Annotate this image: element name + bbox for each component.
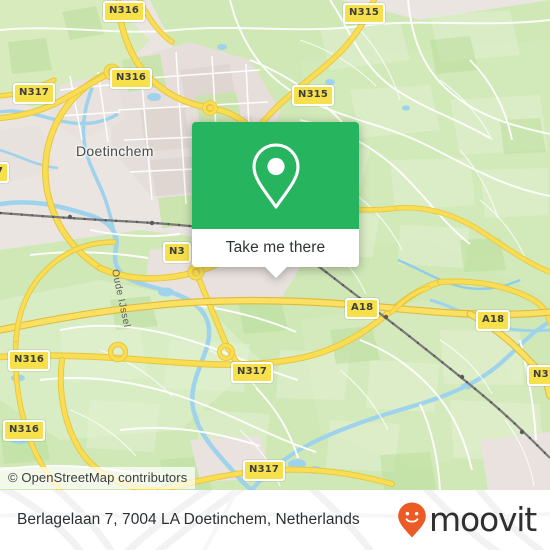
road-shield-n317: N317 xyxy=(527,365,550,386)
footer-bar: Berlagelaan 7, 7004 LA Doetinchem, Nethe… xyxy=(0,490,550,550)
map-page: Oude IJssel Doetinchem N316 N315 N316 N317 N… xyxy=(0,0,550,550)
osm-attribution: © OpenStreetMap contributors xyxy=(0,467,196,489)
road-shield-n316: N316 xyxy=(8,350,51,371)
road-shield-a18: A18 xyxy=(476,310,511,331)
road-shield-n317: N317 xyxy=(243,460,286,481)
address-label: Berlagelaan 7, 7004 LA Doetinchem, Nethe… xyxy=(17,511,360,528)
road-shield-n315: N315 xyxy=(292,85,335,106)
callout-header xyxy=(192,122,359,229)
map-city-label: Doetinchem xyxy=(76,143,154,159)
road-shield-7: 7 xyxy=(0,162,10,183)
road-shield-n316: N316 xyxy=(110,68,153,89)
road-shield-n315: N315 xyxy=(343,3,386,24)
road-shield-n317: N317 xyxy=(13,83,56,104)
road-shield-n316: N316 xyxy=(3,420,46,441)
callout-pointer xyxy=(264,267,287,278)
road-shield-n317: N317 xyxy=(231,362,274,383)
road-shield-n316: N316 xyxy=(103,1,146,22)
take-me-there-callout[interactable]: Take me there xyxy=(192,122,359,278)
road-shield-a18: A18 xyxy=(345,298,380,319)
moovit-logo[interactable]: moovit xyxy=(397,490,537,550)
take-me-there-label: Take me there xyxy=(225,239,326,256)
map-pin-icon xyxy=(251,142,300,209)
callout-footer[interactable]: Take me there xyxy=(192,229,359,278)
moovit-smiley-pin-icon xyxy=(398,502,426,538)
road-shield-n3: N3 xyxy=(163,242,191,263)
moovit-wordmark: moovit xyxy=(429,499,537,539)
